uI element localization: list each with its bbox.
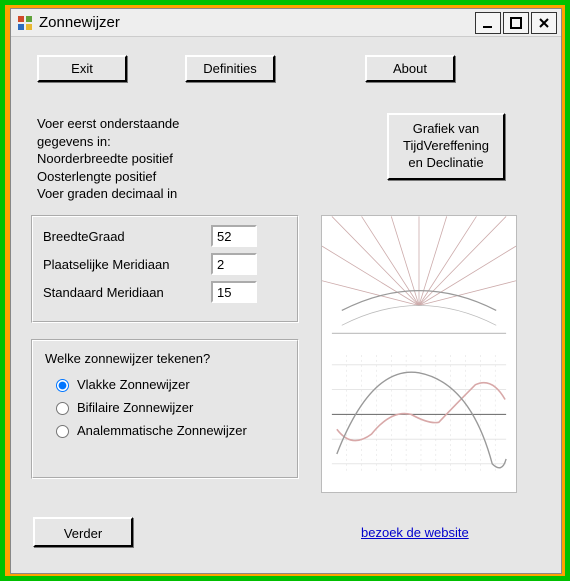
radio-group-title: Welke zonnewijzer tekenen?: [45, 351, 285, 366]
maximize-button[interactable]: [503, 12, 529, 34]
plaatselijke-input[interactable]: [211, 253, 257, 275]
standaard-label: Standaard Meridiaan: [43, 285, 211, 300]
outer-frame: Zonnewijzer Exit Definities About Voer e…: [0, 0, 570, 581]
instruction-line: Noorderbreedte positief: [37, 150, 257, 168]
radio-analemma-label: Analemmatische Zonnewijzer: [77, 423, 247, 438]
instruction-line: Voer eerst onderstaande: [37, 115, 257, 133]
inputs-group: BreedteGraad Plaatselijke Meridiaan Stan…: [31, 215, 299, 323]
radio-bifilaire-input[interactable]: [56, 402, 69, 415]
window-body: Exit Definities About Voer eerst onderst…: [11, 37, 561, 573]
instructions-text: Voer eerst onderstaande gegevens in: Noo…: [37, 115, 257, 203]
minimize-button[interactable]: [475, 12, 501, 34]
radio-analemma[interactable]: Analemmatische Zonnewijzer: [51, 422, 285, 438]
plaatselijke-label: Plaatselijke Meridiaan: [43, 257, 211, 272]
title-bar: Zonnewijzer: [11, 9, 561, 37]
radio-analemma-input[interactable]: [56, 425, 69, 438]
radio-bifilaire-label: Bifilaire Zonnewijzer: [77, 400, 193, 415]
definities-button[interactable]: Definities: [185, 55, 275, 82]
instruction-line: gegevens in:: [37, 133, 257, 151]
radio-group: Welke zonnewijzer tekenen? Vlakke Zonnew…: [31, 339, 299, 479]
breedtegraad-label: BreedteGraad: [43, 229, 211, 244]
instruction-line: Oosterlengte positief: [37, 168, 257, 186]
app-icon: [17, 15, 33, 31]
about-button[interactable]: About: [365, 55, 455, 82]
grafiek-button[interactable]: Grafiek van TijdVereffening en Declinati…: [387, 113, 505, 180]
exit-button[interactable]: Exit: [37, 55, 127, 82]
radio-vlakke-input[interactable]: [56, 379, 69, 392]
radio-bifilaire[interactable]: Bifilaire Zonnewijzer: [51, 399, 285, 415]
radio-vlakke-label: Vlakke Zonnewijzer: [77, 377, 190, 392]
window: Zonnewijzer Exit Definities About Voer e…: [10, 8, 562, 574]
verder-button[interactable]: Verder: [33, 517, 133, 547]
window-title: Zonnewijzer: [39, 14, 120, 31]
breedtegraad-input[interactable]: [211, 225, 257, 247]
close-button[interactable]: [531, 12, 557, 34]
website-link[interactable]: bezoek de website: [361, 525, 469, 540]
instruction-line: Voer graden decimaal in: [37, 185, 257, 203]
standaard-input[interactable]: [211, 281, 257, 303]
radio-vlakke[interactable]: Vlakke Zonnewijzer: [51, 376, 285, 392]
chart-preview: [321, 215, 517, 493]
